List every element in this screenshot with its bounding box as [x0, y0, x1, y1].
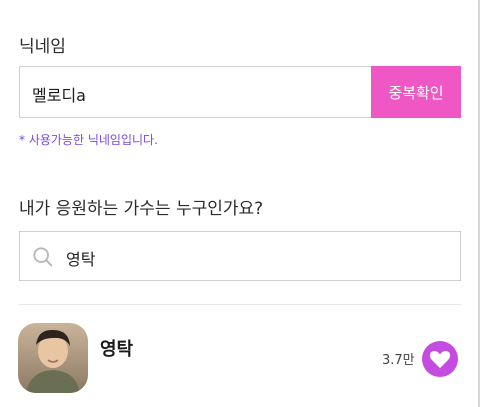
nickname-available-message: * 사용가능한 닉네임입니다.	[19, 133, 158, 147]
singer-question-label: 내가 응원하는 가수는 누구인가요?	[19, 199, 264, 219]
nickname-field[interactable]: 멜로디a 중복확인	[19, 66, 461, 118]
heart-icon	[429, 350, 451, 369]
singer-name[interactable]: 영탁	[100, 335, 133, 361]
duplicate-check-button[interactable]: 중복확인	[371, 66, 461, 118]
like-count: 3.7만	[382, 353, 415, 368]
section-divider	[19, 304, 461, 305]
singer-search-field[interactable]: 영탁	[19, 231, 461, 281]
search-icon	[33, 247, 53, 267]
nickname-input-value[interactable]: 멜로디a	[32, 82, 86, 106]
search-input-value[interactable]: 영탁	[66, 246, 95, 270]
singer-avatar	[18, 323, 88, 393]
nickname-label: 닉네임	[19, 37, 66, 57]
like-button[interactable]	[422, 341, 458, 377]
